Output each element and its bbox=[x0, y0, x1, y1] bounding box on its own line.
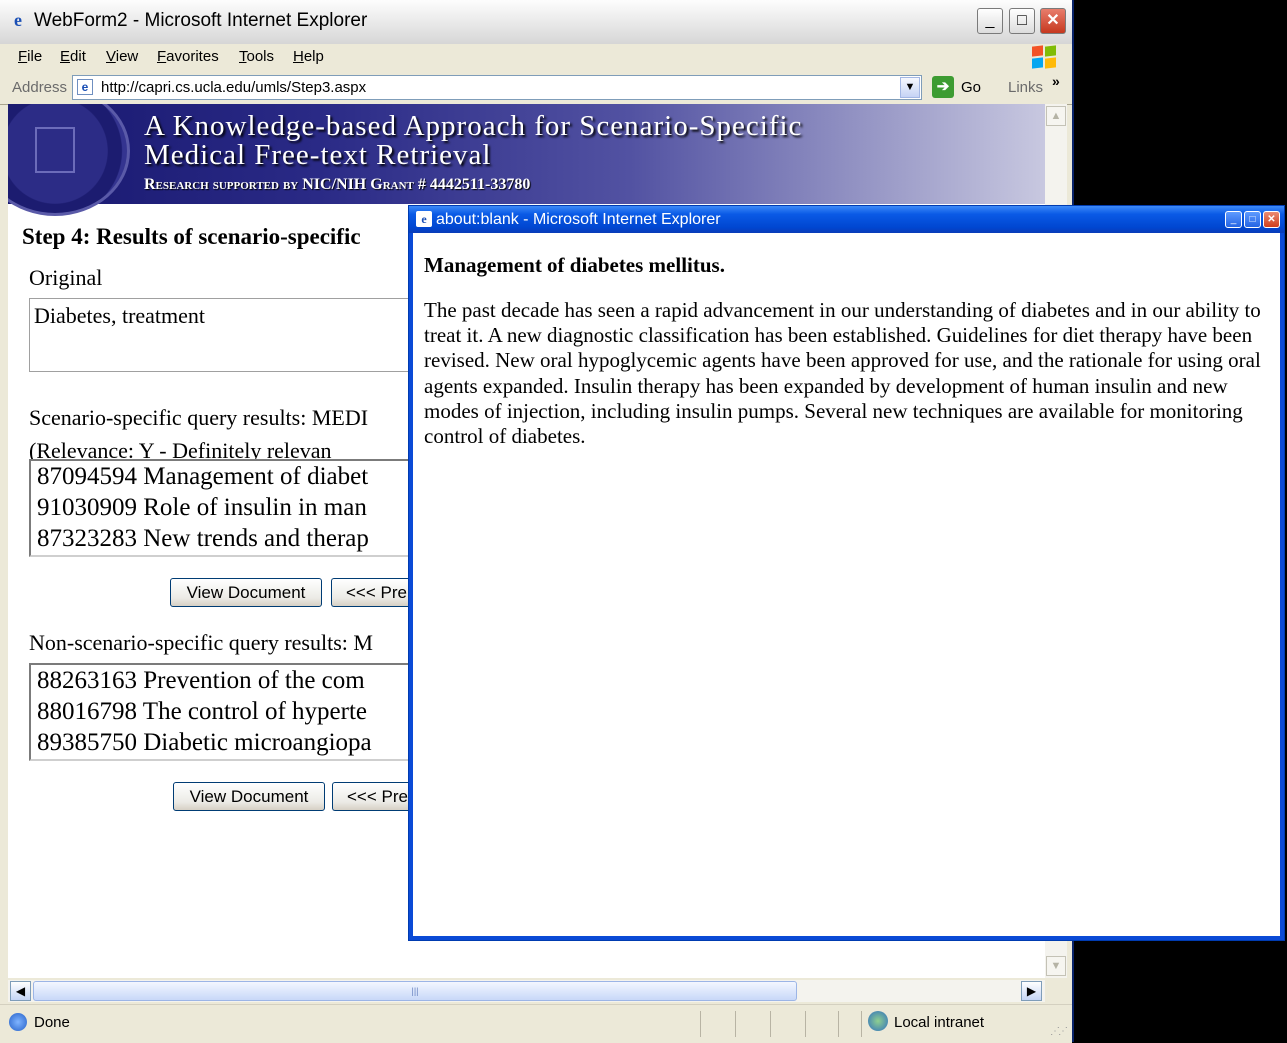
scroll-right-icon[interactable]: ▶ bbox=[1021, 981, 1042, 1001]
status-bar: Done Local intranet ⋰⋰ bbox=[0, 1004, 1072, 1043]
menu-bar: File Edit View Favorites Tools Help bbox=[0, 44, 1072, 73]
scroll-down-icon[interactable]: ▼ bbox=[1046, 956, 1066, 976]
view-document-button-2[interactable]: View Document bbox=[173, 782, 325, 811]
address-input[interactable]: e http://capri.cs.ucla.edu/umls/Step3.as… bbox=[72, 75, 922, 100]
menu-help[interactable]: Help bbox=[293, 48, 324, 65]
banner-grant-line: Research supported by NIC/NIH Grant # 44… bbox=[144, 176, 531, 193]
address-label: Address bbox=[12, 79, 68, 96]
list-item[interactable]: 89385750 Diabetic microangiopa bbox=[37, 727, 427, 758]
page-icon: e bbox=[77, 79, 93, 95]
horizontal-scrollbar[interactable]: ◀ ||| ▶ bbox=[8, 980, 1045, 1002]
menu-favorites[interactable]: Favorites bbox=[157, 48, 219, 65]
windows-logo-icon bbox=[1032, 45, 1058, 70]
nonscenario-results-list[interactable]: 88263163 Prevention of the com 88016798 … bbox=[29, 663, 429, 761]
minimize-button[interactable]: _ bbox=[977, 8, 1003, 34]
maximize-button[interactable]: □ bbox=[1009, 8, 1035, 34]
menu-file[interactable]: File bbox=[18, 48, 42, 65]
site-banner: A Knowledge-based Approach for Scenario-… bbox=[8, 104, 1045, 216]
banner-title-line2: Medical Free-text Retrieval bbox=[144, 139, 492, 171]
main-title-bar[interactable]: e WebForm2 - Microsoft Internet Explorer… bbox=[0, 0, 1072, 45]
abstract-heading: Management of diabetes mellitus. bbox=[424, 253, 725, 277]
window-title: WebForm2 - Microsoft Internet Explorer bbox=[34, 10, 368, 31]
scenario-results-label: Scenario-specific query results: MEDI bbox=[29, 405, 369, 430]
abstract-body: The past decade has seen a rapid advance… bbox=[424, 298, 1261, 449]
list-item[interactable]: 88016798 The control of hyperte bbox=[37, 696, 427, 727]
popup-ie-icon: e bbox=[416, 211, 432, 227]
go-button[interactable]: Go bbox=[961, 79, 981, 96]
scroll-up-icon[interactable]: ▲ bbox=[1046, 106, 1066, 126]
list-item[interactable]: 87323283 New trends and therap bbox=[37, 523, 427, 554]
popup-minimize-button[interactable]: _ bbox=[1225, 211, 1242, 228]
horizontal-scroll-thumb[interactable]: ||| bbox=[33, 981, 797, 1001]
menu-view[interactable]: View bbox=[106, 48, 138, 65]
view-document-button[interactable]: View Document bbox=[170, 578, 322, 607]
popup-close-button[interactable]: ✕ bbox=[1263, 211, 1280, 228]
security-zone-label: Local intranet bbox=[894, 1014, 985, 1031]
address-dropdown-icon[interactable]: ▼ bbox=[900, 77, 920, 98]
page-title: Step 4: Results of scenario-specific bbox=[22, 224, 361, 249]
menu-edit[interactable]: Edit bbox=[60, 48, 86, 65]
address-url[interactable]: http://capri.cs.ucla.edu/umls/Step3.aspx bbox=[101, 79, 366, 96]
ie-icon: e bbox=[14, 10, 22, 30]
scenario-results-list[interactable]: 87094594 Management of diabet 91030909 R… bbox=[29, 459, 429, 557]
menu-tools[interactable]: Tools bbox=[239, 48, 274, 65]
original-query-field[interactable]: Diabetes, treatment bbox=[29, 298, 429, 372]
list-item[interactable]: 87094594 Management of diabet bbox=[37, 461, 427, 492]
intranet-zone-icon bbox=[868, 1011, 888, 1031]
links-chevron-icon[interactable]: » bbox=[1052, 73, 1060, 89]
original-query-value: Diabetes, treatment bbox=[34, 303, 206, 328]
status-text: Done bbox=[34, 1014, 70, 1031]
popup-title: about:blank - Microsoft Internet Explore… bbox=[436, 211, 721, 228]
popup-title-bar[interactable]: e about:blank - Microsoft Internet Explo… bbox=[409, 206, 1284, 233]
popup-maximize-button[interactable]: □ bbox=[1244, 211, 1261, 228]
list-item[interactable]: 91030909 Role of insulin in man bbox=[37, 492, 427, 523]
popup-window: e about:blank - Microsoft Internet Explo… bbox=[408, 205, 1285, 941]
close-button[interactable]: ✕ bbox=[1040, 8, 1066, 34]
popup-content: Management of diabetes mellitus. The pas… bbox=[413, 233, 1280, 936]
original-label: Original bbox=[29, 265, 103, 290]
nonscenario-results-label: Non-scenario-specific query results: M bbox=[29, 630, 373, 655]
go-arrow-icon[interactable]: ➔ bbox=[932, 76, 954, 98]
relevance-label: (Relevance: Y - Definitely relevan bbox=[29, 438, 332, 460]
links-button[interactable]: Links bbox=[1008, 79, 1043, 96]
scroll-left-icon[interactable]: ◀ bbox=[10, 981, 31, 1001]
resize-grip-icon[interactable]: ⋰⋰ bbox=[1050, 1026, 1068, 1037]
list-item[interactable]: 88263163 Prevention of the com bbox=[37, 665, 427, 696]
ucla-seal-logo bbox=[8, 104, 130, 216]
address-bar: Address e http://capri.cs.ucla.edu/umls/… bbox=[0, 72, 1072, 105]
page-status-icon bbox=[9, 1013, 27, 1031]
